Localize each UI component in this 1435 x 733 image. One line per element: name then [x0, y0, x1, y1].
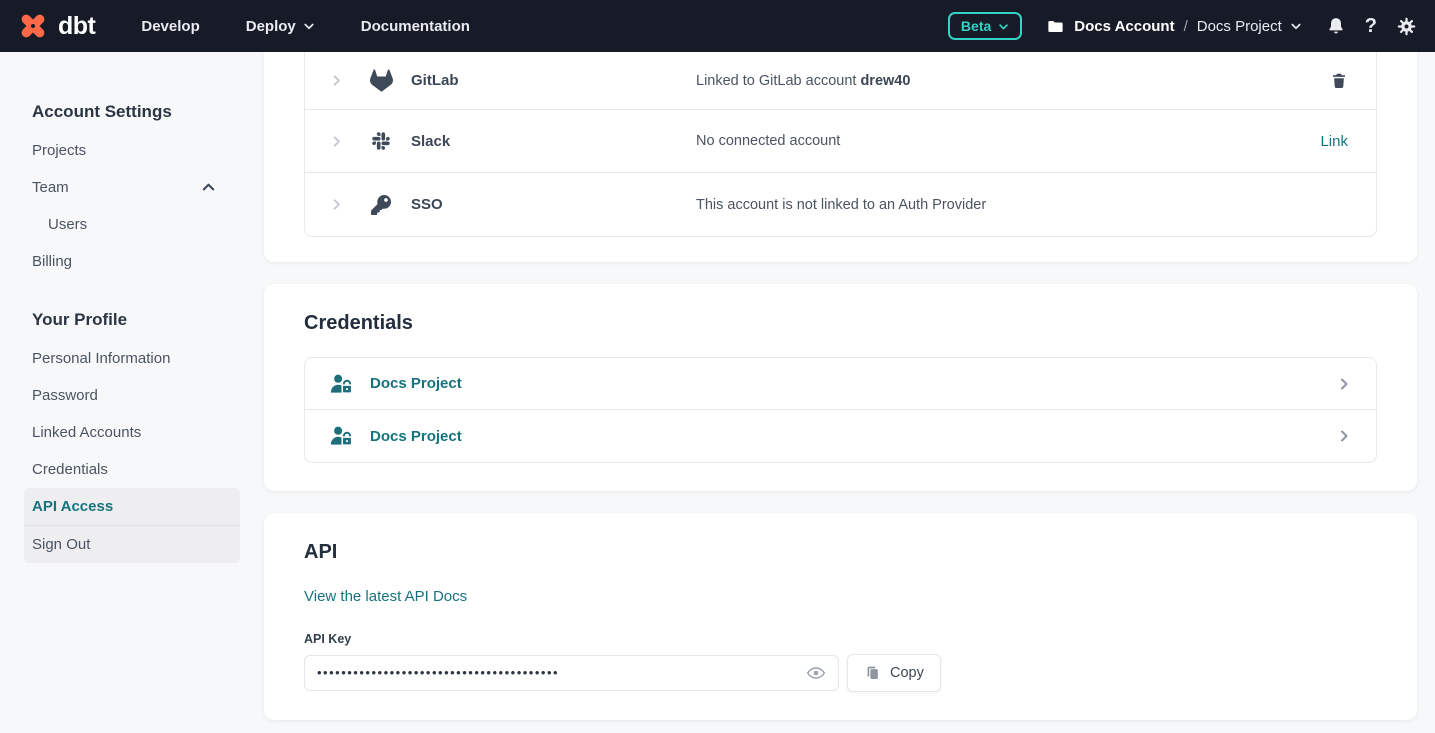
help-icon[interactable]: ? [1365, 15, 1377, 38]
expand-chevron-icon[interactable] [329, 134, 345, 149]
chevron-down-icon [998, 21, 1009, 32]
dbt-logo[interactable]: dbt [16, 9, 95, 43]
beta-label: Beta [961, 18, 991, 34]
chevron-right-icon [1336, 428, 1352, 444]
linked-account-name: Slack [411, 133, 696, 150]
api-heading: API [304, 541, 1377, 564]
linked-account-status: Linked to GitLab account drew40 [696, 73, 1330, 89]
breadcrumb: Docs Account / Docs Project [1046, 17, 1302, 36]
credentials-card: Credentials Docs Project [264, 284, 1417, 491]
copy-button-label: Copy [890, 665, 924, 681]
copy-button[interactable]: Copy [847, 654, 941, 692]
gear-icon[interactable] [1396, 16, 1417, 37]
nav-menu: Develop Deploy Documentation [141, 18, 470, 35]
chevron-down-icon [1290, 20, 1302, 32]
nav-item-documentation[interactable]: Documentation [361, 18, 470, 35]
sso-key-icon [369, 195, 393, 215]
linked-account-row-sso: SSO This account is not linked to an Aut… [305, 173, 1376, 236]
breadcrumb-separator: / [1184, 18, 1188, 35]
linked-account-status: This account is not linked to an Auth Pr… [696, 197, 1348, 213]
chevron-up-icon [201, 180, 216, 195]
sidebar-item-sign-out[interactable]: Sign Out [24, 526, 240, 563]
beta-dropdown[interactable]: Beta [948, 12, 1022, 40]
credentials-table: Docs Project Docs Project [304, 357, 1377, 463]
credentials-heading: Credentials [304, 312, 1377, 335]
folder-icon [1046, 17, 1065, 36]
api-key-input[interactable]: •••••••••••••••••••••••••••••••••••••••• [304, 655, 839, 691]
trash-icon [1330, 71, 1348, 90]
dbt-logo-text: dbt [58, 12, 95, 41]
linked-account-name: SSO [411, 196, 696, 213]
gitlab-icon [369, 69, 393, 92]
nav-item-deploy[interactable]: Deploy [246, 18, 315, 35]
sidebar-item-billing[interactable]: Billing [24, 243, 240, 280]
expand-chevron-icon[interactable] [329, 197, 345, 212]
linked-accounts-table: GitLab Linked to GitLab account drew40 [304, 52, 1377, 237]
top-nav: dbt Develop Deploy Documentation Beta Do… [0, 0, 1435, 52]
gitlab-account-username: drew40 [860, 73, 910, 89]
credential-row[interactable]: Docs Project [305, 358, 1376, 410]
linked-account-row-gitlab: GitLab Linked to GitLab account drew40 [305, 52, 1376, 110]
link-slack-button[interactable]: Link [1320, 133, 1348, 150]
linked-account-name: GitLab [411, 72, 696, 89]
linked-accounts-card: GitLab Linked to GitLab account drew40 [264, 52, 1417, 262]
sidebar-item-users[interactable]: Users [24, 206, 240, 243]
dbt-logo-icon [16, 9, 50, 43]
nav-item-develop[interactable]: Develop [141, 18, 199, 35]
linked-account-row-slack: Slack No connected account Link [305, 110, 1376, 173]
sidebar-item-projects[interactable]: Projects [24, 132, 240, 169]
chevron-right-icon [1336, 376, 1352, 392]
sidebar-item-api-access[interactable]: API Access [24, 488, 240, 525]
notifications-bell-icon[interactable] [1326, 16, 1346, 36]
user-lock-icon [329, 424, 354, 448]
sidebar-heading-your-profile: Your Profile [32, 310, 264, 330]
linked-account-status: No connected account [696, 133, 1320, 149]
slack-icon [369, 131, 393, 151]
api-docs-link[interactable]: View the latest API Docs [304, 588, 467, 605]
credential-project-name: Docs Project [370, 375, 1336, 392]
sidebar-item-linked-accounts[interactable]: Linked Accounts [24, 414, 240, 451]
breadcrumb-account[interactable]: Docs Account [1074, 18, 1174, 35]
breadcrumb-project-dropdown[interactable]: Docs Project [1197, 18, 1302, 35]
unlink-trash-button[interactable] [1330, 71, 1348, 90]
sidebar-item-password[interactable]: Password [24, 377, 240, 414]
api-key-masked-value: •••••••••••••••••••••••••••••••••••••••• [317, 655, 806, 691]
chevron-down-icon [303, 20, 315, 32]
main-content: GitLab Linked to GitLab account drew40 [264, 52, 1417, 720]
reveal-eye-icon[interactable] [806, 663, 826, 683]
expand-chevron-icon[interactable] [329, 73, 345, 88]
sidebar-item-team[interactable]: Team [24, 169, 240, 206]
sidebar-item-personal-information[interactable]: Personal Information [24, 340, 240, 377]
user-lock-icon [329, 372, 354, 396]
api-key-label: API Key [304, 632, 1377, 646]
copy-icon [864, 664, 881, 682]
credential-row[interactable]: Docs Project [305, 410, 1376, 462]
api-card: API View the latest API Docs API Key •••… [264, 513, 1417, 720]
sidebar-item-credentials[interactable]: Credentials [24, 451, 240, 488]
credential-project-name: Docs Project [370, 428, 1336, 445]
sidebar-heading-account-settings: Account Settings [32, 102, 264, 122]
settings-sidebar: Account Settings Projects Team Users Bil… [0, 52, 264, 733]
